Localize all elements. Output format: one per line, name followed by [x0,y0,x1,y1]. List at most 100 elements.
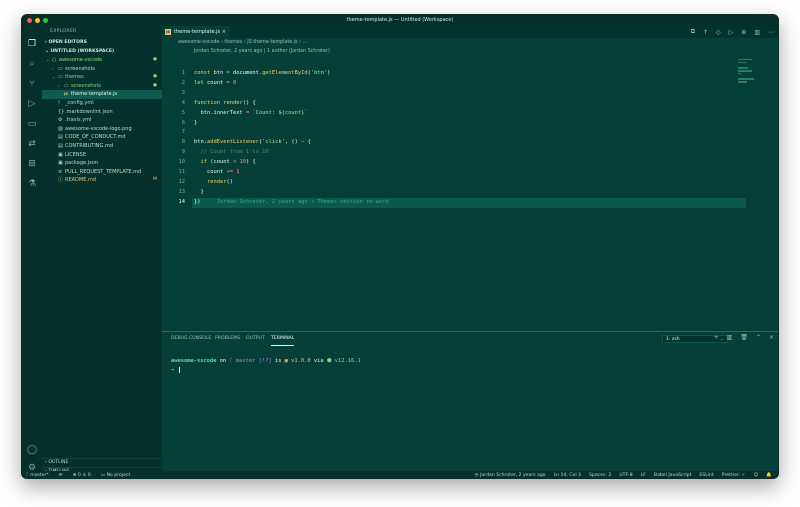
git-lens-icon[interactable]: ⊛ [741,29,746,36]
bell-icon[interactable]: 🔔 [766,471,772,478]
tree-item[interactable]: ⌄ ▭ themes ● [42,73,162,82]
tree-item[interactable]: ⌄ ○ awesome-vscode ● [42,56,162,65]
eslint-status[interactable]: ESLint [699,471,713,478]
explorer-sidebar: EXPLORER › OPEN EDITORS ⌄ UNTITLED (WORK… [42,26,162,478]
close-window-button[interactable] [27,18,32,23]
tree-item-label: .travis.yml [65,117,92,124]
close-icon[interactable]: × [769,334,774,341]
previous-change-icon[interactable]: ↑ [703,29,708,36]
tree-item[interactable]: › ▭ screenshots [42,65,162,74]
eol-status[interactable]: LF [641,471,646,478]
tree-item-label: package.json [65,160,98,167]
line-number: 11 [178,169,186,175]
tab-problems[interactable]: PROBLEMS [215,332,240,346]
sync-icon[interactable]: ⟳ [59,471,63,478]
tab-label: theme-template.js [174,29,221,35]
code-lens-blame[interactable]: Jordan Schroter, 2 years ago | 1 author … [162,47,778,56]
trash-icon[interactable]: 🗑 [740,334,748,341]
breadcrumb[interactable]: awesome-vscode › themes › JS theme-templ… [162,38,778,47]
git-status-badge: M [153,177,157,183]
outline-section[interactable]: › OUTLINE [42,458,162,467]
prettier-status[interactable]: Prettier: ✓ [722,471,746,478]
open-editors-section[interactable]: › OPEN EDITORS [42,38,162,47]
project-status[interactable]: ▭ No project [101,471,130,478]
code-line-5: btn.innerText = `Count: ${count}` [194,109,308,116]
feedback-icon[interactable]: ☺ [753,471,758,478]
language-mode[interactable]: Babel JavaScript [654,471,691,478]
split-editor-icon[interactable]: ▥ [754,29,760,36]
encoding-status[interactable]: UTF-8 [619,471,632,478]
tree-item[interactable]: ▣ LICENSE [42,151,162,160]
javascript-file-icon: JS [165,29,171,35]
bottom-panel: DEBUG CONSOLE PROBLEMS OUTPUT TERMINAL 1… [162,331,778,471]
panel-actions: + ▥ 🗑 ⌃ × [714,334,774,341]
tree-item-label: awesome-vscode [59,57,103,63]
more-actions-icon[interactable]: ⋯ [768,29,774,36]
git-status-badge: ● [153,57,157,62]
tree-item[interactable]: {}.markdownlint.json [42,108,162,117]
terminal-cursor [178,366,180,373]
code-line-11: count += 1 [194,169,240,175]
tree-item[interactable]: ≡ PULL_REQUEST_TEMPLATE.md [42,168,162,177]
editor-actions: ⧉ ↑ ◇ ▷ ⊛ ▥ ⋯ [691,26,774,38]
tree-item[interactable]: ▨ awesome-vscode-logo.png [42,125,162,134]
tree-item-label: screenshots [71,82,102,89]
editor-tabs: JS theme-template.js × ⧉ ↑ ◇ ▷ ⊛ ▥ ⋯ [162,26,778,38]
next-change-icon[interactable]: ▷ [729,29,734,36]
line-number: 8 [181,139,185,146]
extensions-icon[interactable]: ⊞ [26,158,38,170]
indentation-status[interactable]: Spaces: 2 [589,471,611,478]
search-icon[interactable]: ⌕ [26,58,38,70]
maximize-window-button[interactable] [43,18,48,23]
branch-status[interactable]: ᚴ master* [26,471,49,478]
file-tree: ⌄ ○ awesome-vscode ● › ▭ screenshots ⌄ ▭ themes ● ›… [42,56,162,185]
code-line-9: // Count from 1 to 10 [194,149,269,156]
tree-item-label: awesome-vscode-logo.png [65,125,132,132]
tab-debug-console[interactable]: DEBUG CONSOLE [171,332,211,346]
account-icon[interactable]: ◯ [26,444,38,456]
maximize-panel-icon[interactable]: ⌃ [756,334,761,341]
tree-item[interactable]: JS theme-template.js [42,90,162,99]
minimize-window-button[interactable] [35,18,40,23]
terminal-output[interactable]: awesome-vscode on ᚴ master [!?] is ▣ v1.… [171,357,361,375]
tree-item[interactable]: ▤ CONTRIBUTING.md [42,142,162,151]
problems-status[interactable]: ⊗ 0 ⚠ 0 [73,471,91,478]
inline-blame: Jordan Schroter, 2 years ago • Themes se… [216,198,389,205]
tab-terminal[interactable]: TERMINAL [271,332,295,346]
testing-icon[interactable]: ⚗ [26,178,38,190]
code-line-12: render() [206,178,233,185]
tab-theme-template[interactable]: JS theme-template.js × [162,26,230,38]
tree-item-label: _config.yml [65,99,94,106]
files-icon[interactable]: ❐ [26,38,38,50]
file-type-icon: ▤ [58,142,63,149]
minimap[interactable] [738,59,756,89]
line-number: 12 [178,178,186,185]
open-changes-icon[interactable]: ⧉ [691,28,695,36]
file-type-icon: ▭ [58,74,63,81]
tree-item[interactable]: ▣ package.json [42,159,162,168]
file-type-icon: JS [64,91,69,97]
close-icon[interactable]: × [222,26,226,38]
tree-item[interactable]: › ▭ screenshots ● [42,82,162,91]
title-bar: theme-template.js — Untitled (Workspace) [22,15,778,26]
run-debug-icon[interactable]: ▷ [26,98,38,110]
line-number: 7 [181,129,185,136]
tree-item[interactable]: ! _config.yml [42,99,162,108]
folder-icon[interactable]: ▭ [26,118,38,130]
blame-status[interactable]: ◷ Jordan Schroter, 2 years ago [475,471,546,478]
source-control-icon[interactable]: ⑂ [26,78,38,90]
compare-icon[interactable]: ◇ [716,29,721,36]
tab-output[interactable]: OUTPUT [246,332,265,346]
tree-item[interactable]: ⓘ README.md M [42,176,162,185]
remote-icon[interactable]: ⇄ [26,138,38,150]
file-type-icon: ▣ [58,151,63,158]
new-terminal-icon[interactable]: + [714,334,719,341]
split-terminal-icon[interactable]: ▥ [727,334,733,341]
line-number: 1 [181,70,185,76]
workspace-section[interactable]: ⌄ UNTITLED (WORKSPACE) [42,47,162,56]
tree-item[interactable]: ▤ CODE_OF_CONDUCT.md [42,133,162,142]
cursor-position[interactable]: Ln 14, Col 3 [554,471,581,478]
tree-item[interactable]: ⚙ .travis.yml [42,116,162,125]
explorer-header: EXPLORER [50,29,77,34]
file-type-icon: ▭ [58,65,63,72]
